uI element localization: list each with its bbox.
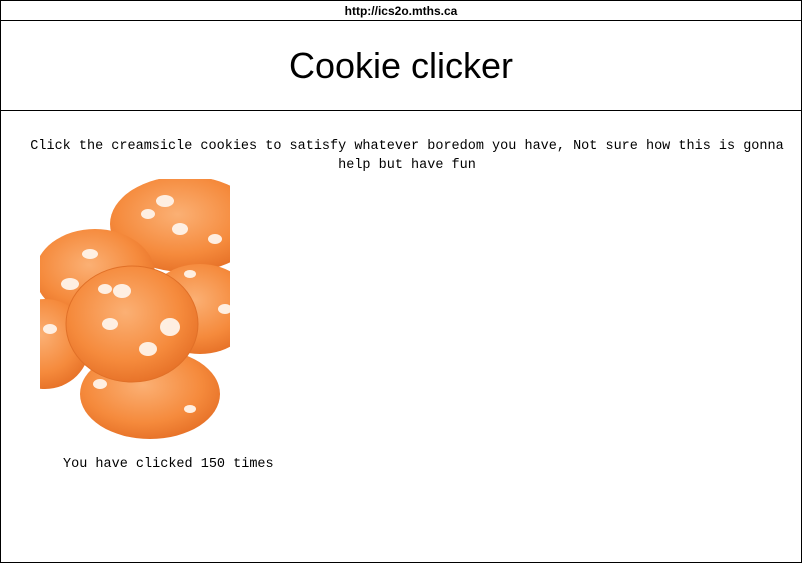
url-text: http://ics2o.mths.ca: [344, 3, 458, 18]
intro-text: Click the creamsicle cookies to satisfy …: [30, 139, 784, 173]
cookie-button[interactable]: [40, 179, 230, 439]
url-bar: http://ics2o.mths.ca: [1, 1, 801, 21]
page-frame: http://ics2o.mths.ca Cookie clicker Clic…: [0, 0, 802, 563]
cookie-image[interactable]: [40, 179, 230, 439]
click-counter: You have clicked 150 times: [63, 457, 274, 472]
page-header: Cookie clicker: [1, 21, 801, 111]
page-title: Cookie clicker: [288, 44, 514, 86]
